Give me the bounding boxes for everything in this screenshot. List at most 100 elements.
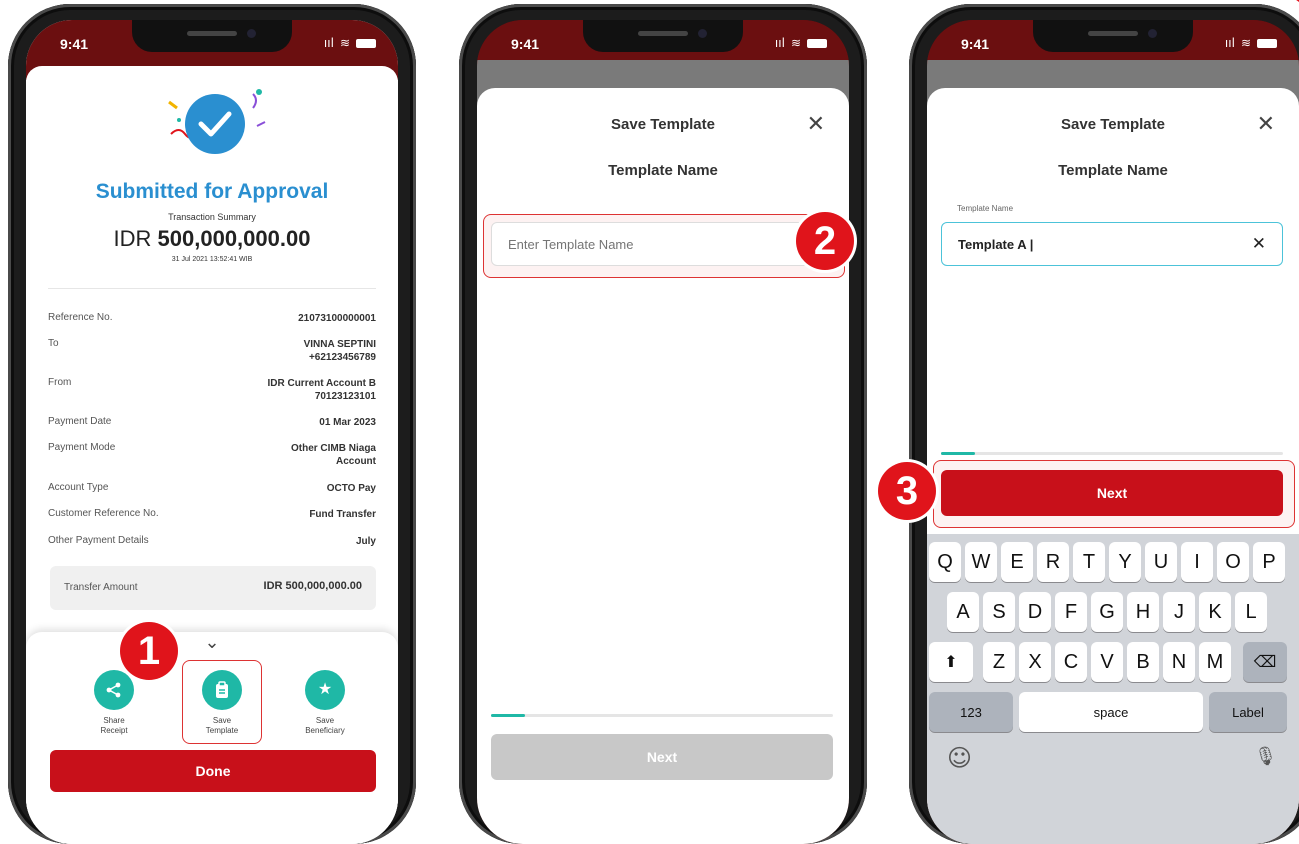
wifi-icon: ≋: [790, 36, 801, 50]
key-k[interactable]: K: [1199, 592, 1231, 632]
wifi-icon: ≋: [339, 36, 350, 50]
key-q[interactable]: Q: [929, 542, 961, 582]
next-button[interactable]: Next: [941, 470, 1283, 516]
detail-row: Reference No. 21073100000001: [48, 312, 376, 324]
share-icon: [94, 670, 134, 710]
corner-ribbon: [1209, 0, 1299, 40]
key-j[interactable]: J: [1163, 592, 1195, 632]
microphone-icon[interactable]: 🎙: [1254, 746, 1277, 767]
sheet-title: Save Template: [611, 116, 715, 133]
numbers-key[interactable]: 123: [929, 692, 1013, 732]
key-s[interactable]: S: [983, 592, 1015, 632]
amount-currency: IDR: [113, 226, 152, 251]
summary-label: Transaction Summary: [168, 212, 256, 222]
key-o[interactable]: O: [1217, 542, 1249, 582]
key-p[interactable]: P: [1253, 542, 1285, 582]
sheet-subtitle: Template Name: [608, 162, 718, 179]
key-g[interactable]: G: [1091, 592, 1123, 632]
divider: [48, 288, 376, 289]
template-name-input[interactable]: [491, 222, 833, 266]
signal-icon: ııl: [323, 36, 334, 50]
field-label: Template Name: [957, 204, 1014, 213]
row-value: IDR Current Account B 70123123101: [267, 378, 376, 402]
key-c[interactable]: C: [1055, 642, 1087, 682]
collapse-chevron-icon[interactable]: ⌄: [26, 632, 398, 653]
key-l[interactable]: L: [1235, 592, 1267, 632]
row-label: Other Payment Details: [48, 535, 149, 546]
save-template-button[interactable]: Save Template: [182, 660, 262, 744]
detail-row: From IDR Current Account B 70123123101: [48, 377, 376, 402]
next-button-disabled[interactable]: Next: [491, 734, 833, 780]
success-check-icon: [161, 82, 271, 162]
close-icon[interactable]: ✕: [807, 112, 825, 137]
emoji-icon[interactable]: ☺: [947, 744, 972, 772]
key-i[interactable]: I: [1181, 542, 1213, 582]
amount-value: 500,000,000.00: [157, 226, 311, 251]
detail-row: Payment Date 01 Mar 2023: [48, 416, 376, 428]
key-r[interactable]: R: [1037, 542, 1069, 582]
share-receipt-label: Share Receipt: [100, 716, 128, 735]
notch: [132, 20, 292, 52]
row-value: 01 Mar 2023: [319, 417, 376, 428]
progress-track: [941, 452, 1283, 455]
close-icon[interactable]: ✕: [1257, 112, 1275, 137]
status-icons: ııl ≋: [324, 36, 376, 50]
key-z[interactable]: Z: [983, 642, 1015, 682]
step-badge-3: 3: [878, 462, 936, 520]
template-name-input[interactable]: Template A | ✕: [941, 222, 1283, 266]
detail-row: Account Type OCTO Pay: [48, 482, 376, 494]
key-a[interactable]: A: [947, 592, 979, 632]
delete-key[interactable]: ⌫: [1243, 642, 1287, 682]
status-icons: ııl ≋: [775, 36, 827, 50]
done-button[interactable]: Done: [50, 750, 376, 792]
star-icon: ★: [305, 670, 345, 710]
phone-1: 9:41 ııl ≋ Submitted for Approval Transac…: [8, 4, 416, 844]
key-v[interactable]: V: [1091, 642, 1123, 682]
phone-2-screen: 9:41 ııl ≋ Save Template ✕ Template Name …: [477, 20, 849, 844]
row-label: Account Type: [48, 482, 109, 493]
progress-fill: [491, 714, 526, 717]
row-label: From: [48, 377, 72, 388]
notch: [583, 20, 743, 52]
status-time: 9:41: [961, 36, 990, 52]
transfer-amount-value: IDR 500,000,000.00: [263, 580, 362, 592]
detail-row: Customer Reference No. Fund Transfer: [48, 508, 376, 520]
status-time: 9:41: [60, 36, 89, 52]
row-value: Other CIMB Niaga Account: [290, 443, 376, 467]
key-h[interactable]: H: [1127, 592, 1159, 632]
row-value: 21073100000001: [298, 313, 376, 324]
transaction-datetime: 31 Jul 2021 13:52:41 WIB: [171, 256, 253, 263]
clear-icon[interactable]: ✕: [1252, 234, 1266, 254]
key-n[interactable]: N: [1163, 642, 1195, 682]
notch: [1033, 20, 1193, 52]
space-key[interactable]: space: [1019, 692, 1203, 732]
signal-icon: ııl: [774, 36, 785, 50]
key-u[interactable]: U: [1145, 542, 1177, 582]
progress-track: [491, 714, 833, 717]
key-t[interactable]: T: [1073, 542, 1105, 582]
keyboard: Q W E R T Y U I O P A S D F G H J K L ⬆: [927, 534, 1299, 844]
save-template-label: Save Template: [205, 716, 239, 735]
key-d[interactable]: D: [1019, 592, 1051, 632]
detail-row: Payment Mode Other CIMB Niaga Account: [48, 442, 376, 467]
key-b[interactable]: B: [1127, 642, 1159, 682]
key-y[interactable]: Y: [1109, 542, 1141, 582]
battery-icon: [356, 38, 376, 48]
key-x[interactable]: X: [1019, 642, 1051, 682]
save-template-sheet: Save Template ✕ Template Name Next: [477, 88, 849, 844]
phone-3: 9:41 ııl ≋ Save Template ✕ Template Name …: [909, 4, 1299, 844]
save-beneficiary-button[interactable]: ★ Save Beneficiary: [290, 670, 360, 736]
row-value: July: [355, 536, 376, 547]
key-w[interactable]: W: [965, 542, 997, 582]
shift-key[interactable]: ⬆: [929, 642, 973, 682]
status-time: 9:41: [511, 36, 540, 52]
share-receipt-button[interactable]: Share Receipt: [84, 670, 144, 736]
key-m[interactable]: M: [1199, 642, 1231, 682]
phone-2: 9:41 ııl ≋ Save Template ✕ Template Name …: [459, 4, 867, 844]
return-key[interactable]: Label: [1209, 692, 1287, 732]
save-template-sheet: Save Template ✕ Template Name Template N…: [927, 88, 1299, 844]
clipboard-icon: [202, 670, 242, 710]
key-e[interactable]: E: [1001, 542, 1033, 582]
key-f[interactable]: F: [1055, 592, 1087, 632]
transfer-amount-box: Transfer Amount IDR 500,000,000.00: [50, 566, 376, 610]
